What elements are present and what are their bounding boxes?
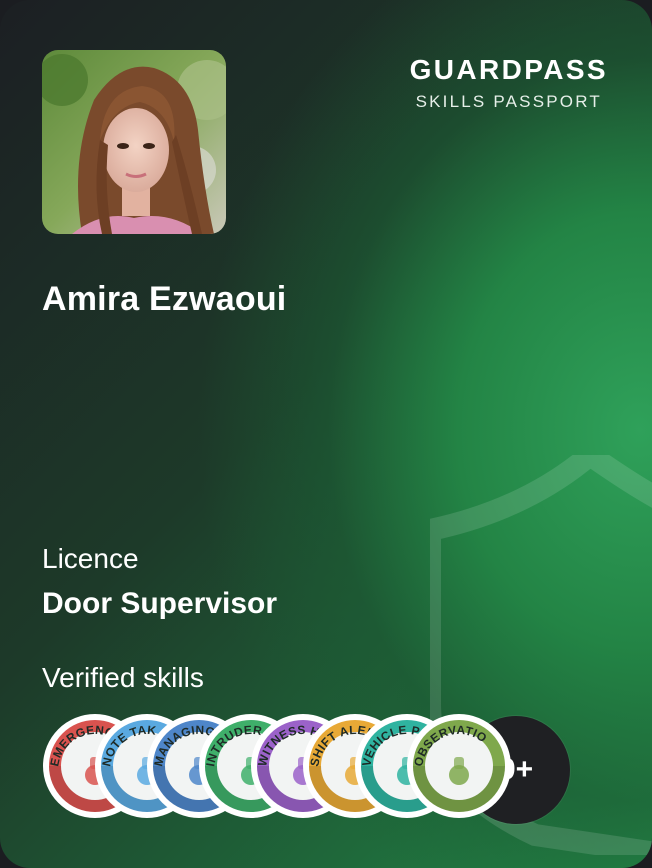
skills-passport-card[interactable]: GUARDPASS SKILLS PASSPORT Amira Ezwaoui … <box>0 0 652 868</box>
observation-icon: OBSERVATIO <box>407 714 511 818</box>
skill-badge[interactable]: OBSERVATIO <box>406 713 512 819</box>
